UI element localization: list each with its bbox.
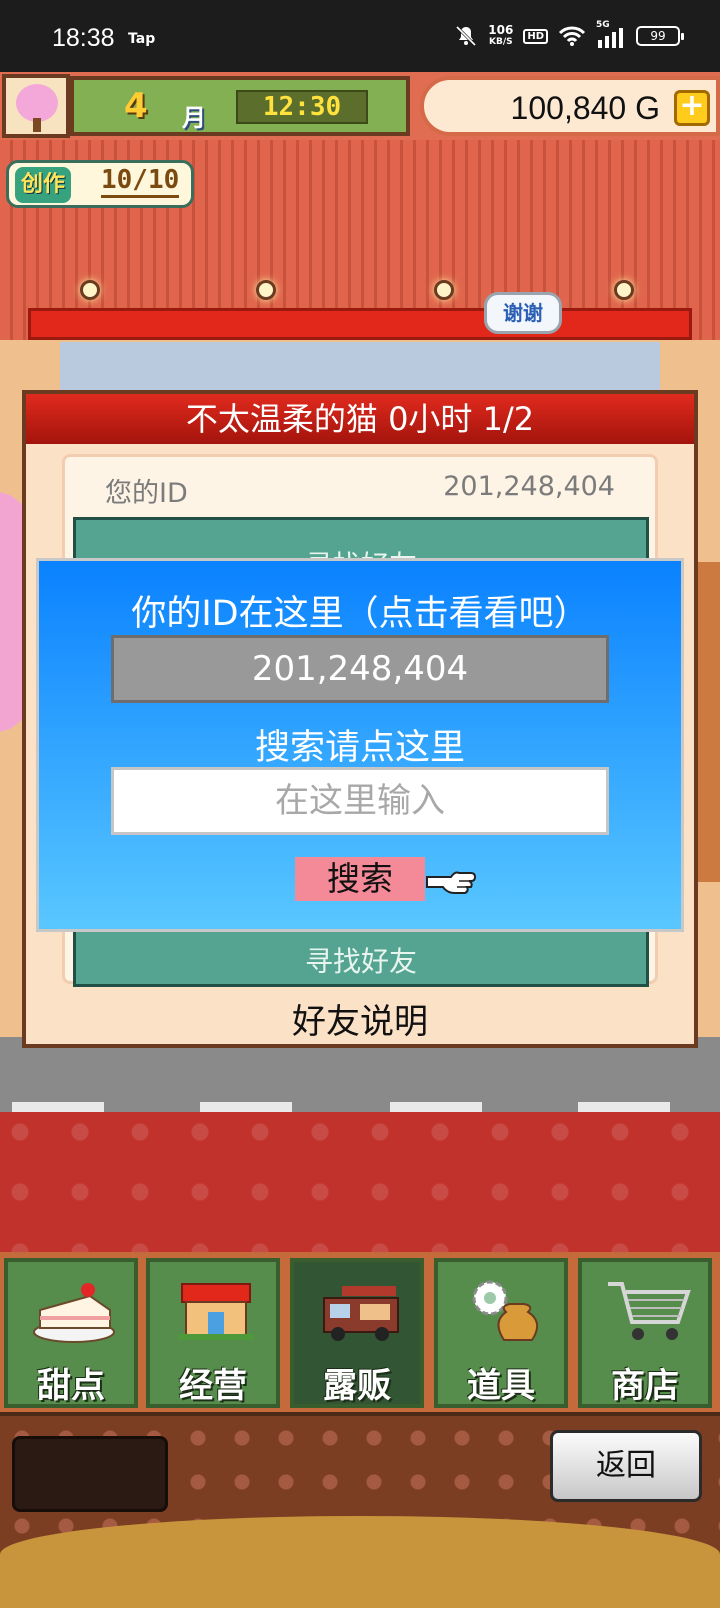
- status-icons: 106 KB/S HD 5G 99: [454, 20, 684, 48]
- friend-explain-button[interactable]: 好友说明: [26, 994, 694, 1043]
- back-button[interactable]: 返回: [550, 1430, 702, 1502]
- nav-label: 甜点: [37, 1366, 105, 1406]
- signal-bars-icon: [598, 28, 623, 48]
- net-speed-unit: KB/S: [488, 37, 513, 47]
- nav-item-store[interactable]: 商店: [578, 1258, 712, 1408]
- food-truck-icon: [323, 1286, 399, 1341]
- month-unit: 月: [182, 104, 206, 132]
- season-tree-icon[interactable]: [2, 74, 70, 138]
- thanks-bubble[interactable]: 谢谢: [484, 292, 562, 334]
- game-clock: 12:30: [236, 90, 368, 124]
- road-line: [390, 1102, 482, 1112]
- battery-indicator: 99: [636, 26, 684, 46]
- nav-item-manage[interactable]: 经营: [146, 1258, 280, 1408]
- gold-panel: 100,840 G +: [420, 76, 720, 136]
- search-button[interactable]: 搜索: [295, 857, 425, 901]
- gold-amount: 100,840 G: [510, 90, 660, 126]
- your-id-label: 您的ID: [105, 478, 188, 509]
- cake-icon: [33, 1283, 115, 1343]
- wifi-icon: [558, 26, 586, 46]
- your-id-value: 201,248,404: [443, 471, 615, 502]
- hd-badge: HD: [523, 28, 548, 44]
- blossom: [16, 84, 58, 122]
- search-prompt: 搜索请点这里: [254, 728, 465, 768]
- items-icon: [472, 1280, 539, 1341]
- nav-label: 商店: [611, 1366, 679, 1406]
- add-gold-button[interactable]: +: [674, 90, 710, 126]
- status-time: 18:38: [52, 24, 115, 52]
- lamp-icon: [256, 280, 276, 300]
- road-line: [200, 1102, 292, 1112]
- game-scene: 谢谢 4 月 12:30 100,840 G + 创作 10/10 不太温柔的猫…: [0, 72, 720, 1608]
- footer-tray: 返回: [0, 1412, 720, 1608]
- lamp-icon: [614, 280, 634, 300]
- lamp-icon: [80, 280, 100, 300]
- craft-counter[interactable]: 创作 10/10: [6, 160, 194, 208]
- app-badge: Tap: [128, 31, 156, 47]
- date-panel: 4 月 12:30: [70, 76, 410, 136]
- nav-item-dessert[interactable]: 甜点: [4, 1258, 138, 1408]
- cart-icon: [608, 1282, 691, 1340]
- craft-count: 10/10: [101, 165, 180, 198]
- shop-awning: [28, 308, 692, 340]
- footer-bowl: [0, 1516, 720, 1608]
- nav-label: 露贩: [323, 1366, 391, 1406]
- id-display[interactable]: 201,248,404: [111, 635, 609, 703]
- network-speed: 106 KB/S: [488, 24, 513, 48]
- cell-signal: 5G: [596, 20, 626, 48]
- mute-bell-icon: [456, 25, 477, 47]
- road-line: [12, 1102, 104, 1112]
- road-line: [578, 1102, 670, 1112]
- search-input[interactable]: [111, 767, 609, 835]
- nav-label: 道具: [467, 1366, 535, 1406]
- month-number: 4: [124, 86, 148, 126]
- nav-item-food-truck[interactable]: 露贩: [290, 1258, 424, 1408]
- shop-icon: [178, 1283, 254, 1340]
- dialog-title: 你的ID在这里（点击看看吧）: [131, 594, 589, 634]
- trunk: [33, 118, 41, 132]
- footer-slot: [12, 1436, 168, 1512]
- find-friend-button[interactable]: 寻找好友: [76, 940, 646, 980]
- lamp-icon: [434, 280, 454, 300]
- nav-label: 经营: [179, 1366, 247, 1406]
- id-search-dialog: 你的ID在这里（点击看看吧） 201,248,404 搜索请点这里 搜索: [36, 558, 684, 932]
- status-bar: 18:38 Tap 106 KB/S HD 5G 99: [0, 0, 720, 72]
- nav-item-items[interactable]: 道具: [434, 1258, 568, 1408]
- panel-header: 不太温柔的猫 0小时 1/2: [26, 394, 694, 444]
- bottom-nav: 甜点 经营 露贩 道具 商店: [0, 1252, 720, 1412]
- net-speed-value: 106: [488, 23, 514, 37]
- craft-label: 创作: [15, 167, 72, 203]
- pointing-hand-icon: [426, 871, 477, 894]
- carpet: [0, 1112, 720, 1252]
